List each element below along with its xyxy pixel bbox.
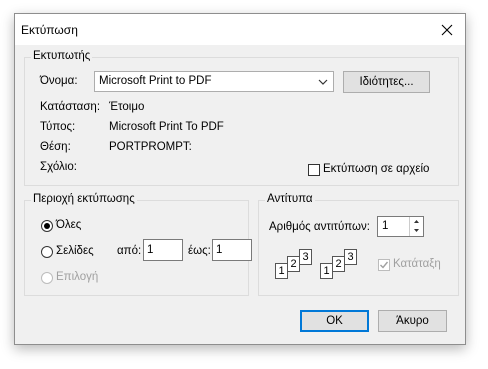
comment-label: Σχόλιο: bbox=[40, 161, 77, 173]
print-range-group-label: Περιοχή εκτύπωσης bbox=[31, 193, 137, 205]
to-page-input[interactable] bbox=[212, 239, 252, 261]
printer-name-dropdown[interactable]: Microsoft Print to PDF bbox=[94, 71, 334, 92]
close-button[interactable] bbox=[429, 14, 465, 45]
page-1-icon: 1 bbox=[320, 263, 333, 279]
print-range-group: Περιοχή εκτύπωσης Όλες Σελίδες από: έως:… bbox=[24, 193, 252, 296]
collated-pages-icon-1: 3 2 1 bbox=[275, 249, 319, 283]
page-2-icon: 2 bbox=[332, 256, 345, 272]
printer-name-value: Microsoft Print to PDF bbox=[99, 75, 212, 87]
from-label: από: bbox=[117, 245, 142, 257]
pages-radio[interactable] bbox=[41, 246, 53, 258]
page-3-icon: 3 bbox=[344, 249, 357, 265]
print-to-file-label: Εκτύπωση σε αρχείο bbox=[323, 163, 430, 175]
copies-count-label: Αριθμός αντιτύπων: bbox=[269, 221, 370, 233]
copies-count-value: 1 bbox=[382, 220, 389, 232]
status-label: Κατάσταση: bbox=[40, 101, 101, 113]
from-page-input[interactable] bbox=[143, 239, 183, 261]
type-value: Microsoft Print To PDF bbox=[109, 121, 224, 133]
dialog-title: Εκτύπωση bbox=[21, 23, 78, 37]
page-1-icon: 1 bbox=[275, 263, 288, 279]
collate-checkbox[interactable] bbox=[378, 259, 390, 271]
print-dialog: Εκτύπωση Εκτυπωτής Όνομα: Microsoft Prin… bbox=[14, 13, 466, 345]
printer-group-label: Εκτυπωτής bbox=[31, 50, 93, 62]
selection-label: Επιλογή bbox=[56, 271, 99, 283]
chevron-down-icon bbox=[318, 79, 328, 85]
checkmark-icon bbox=[380, 261, 389, 269]
all-pages-radio[interactable] bbox=[41, 220, 53, 232]
spin-up-icon bbox=[414, 220, 419, 223]
copies-group-label: Αντίτυπα bbox=[265, 193, 315, 205]
location-value: PORTPROMPT: bbox=[109, 141, 192, 153]
properties-button-label: Ιδιότητες... bbox=[359, 76, 414, 88]
collate-label: Κατάταξη bbox=[393, 258, 441, 270]
printer-group: Εκτυπωτής Όνομα: Microsoft Print to PDF … bbox=[24, 50, 459, 186]
copies-group: Αντίτυπα Αριθμός αντιτύπων: 1 3 2 1 3 2 … bbox=[258, 193, 459, 296]
page-2-icon: 2 bbox=[287, 256, 300, 272]
spinner-up-button[interactable] bbox=[409, 217, 423, 226]
printer-name-label: Όνομα: bbox=[40, 75, 78, 87]
pages-label: Σελίδες bbox=[56, 245, 94, 257]
status-value: Έτοιμο bbox=[109, 101, 145, 113]
location-label: Θέση: bbox=[40, 141, 71, 153]
cancel-button-label: Άκυρο bbox=[396, 315, 429, 327]
collated-pages-icon-2: 3 2 1 bbox=[320, 249, 364, 283]
properties-button[interactable]: Ιδιότητες... bbox=[343, 71, 430, 93]
page-3-icon: 3 bbox=[299, 249, 312, 265]
selection-radio[interactable] bbox=[41, 272, 53, 284]
type-label: Τύπος: bbox=[40, 121, 76, 133]
cancel-button[interactable]: Άκυρο bbox=[378, 310, 447, 332]
spin-down-icon bbox=[414, 229, 419, 232]
to-label: έως: bbox=[188, 245, 211, 257]
title-bar: Εκτύπωση bbox=[15, 14, 465, 45]
ok-button-label: OK bbox=[326, 315, 343, 327]
ok-button[interactable]: OK bbox=[300, 310, 369, 332]
all-pages-label: Όλες bbox=[56, 219, 82, 231]
close-icon bbox=[441, 24, 453, 35]
print-to-file-checkbox[interactable] bbox=[308, 164, 320, 176]
copies-count-spinner[interactable]: 1 bbox=[377, 216, 424, 237]
spinner-down-button[interactable] bbox=[409, 226, 423, 236]
